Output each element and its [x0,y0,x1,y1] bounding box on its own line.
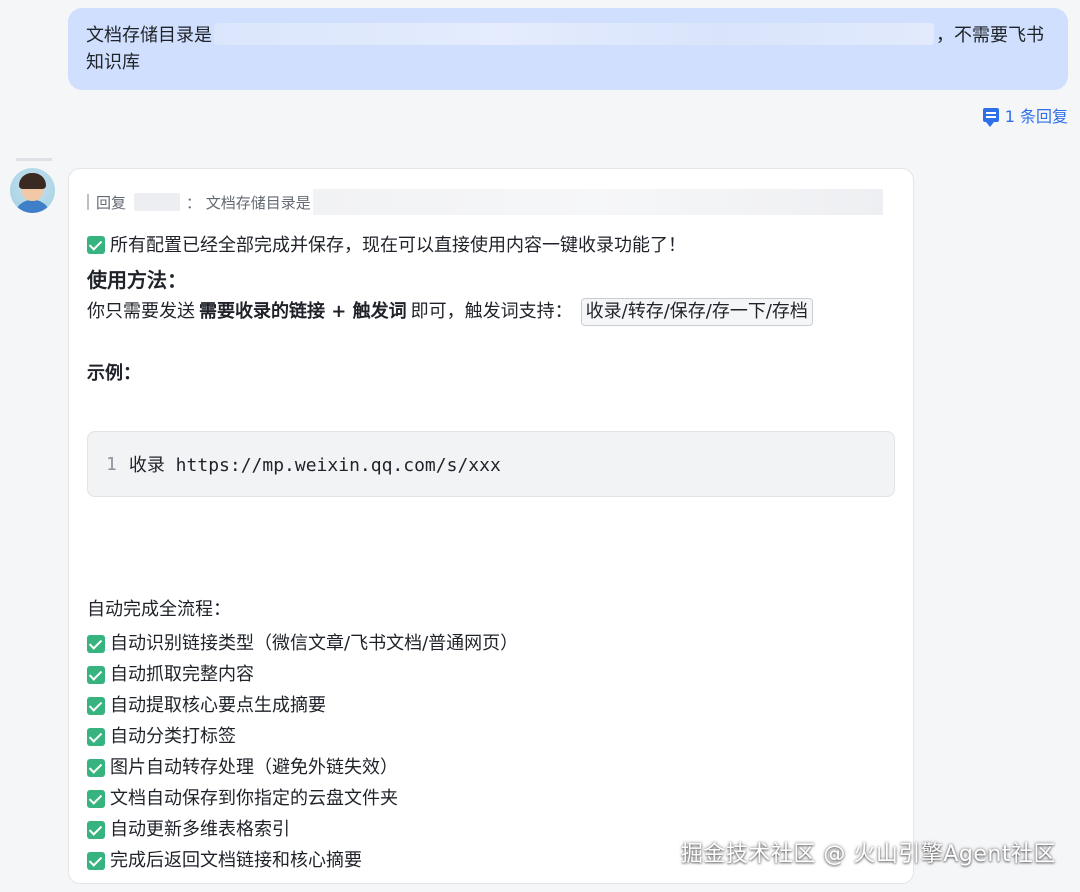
user-message-bubble: 文档存储目录是 ，不需要飞书知识库 [68,8,1068,90]
flow-title: 自动完成全流程： [87,599,231,620]
redacted-name [134,193,181,211]
list-item: 自动识别链接类型（微信文章/飞书文档/普通网页） [87,628,897,659]
code-line-number: 1 [106,453,117,475]
check-box-icon [87,727,105,746]
quote-prefix: 回复 [96,193,127,212]
user-message-prefix: 文档存储目录是 [86,25,212,46]
list-item-text: 文档自动保存到你指定的云盘文件夹 [110,788,398,809]
message-content: 所有配置已经全部完成并保存，现在可以直接使用内容一键收录功能了！ 使用方法： 你… [87,233,897,876]
usage-instructions: 你只需要发送 需要收录的链接 + 触发词 即可，触发词支持： 收录/转存/保存/… [87,297,897,327]
check-box-icon [87,851,105,870]
list-item-text: 自动抓取完整内容 [110,664,254,685]
bot-message-card: 回复 ： 文档存储目录是 所有配置已经全部完成并保存，现在可以直接使用内容一键收… [68,168,914,884]
list-item: 自动提取核心要点生成摘要 [87,690,897,721]
reply-count-link[interactable]: 1 条回复 [982,103,1068,127]
send-text-2: 即可，触发词支持： [410,301,573,322]
check-box-icon [87,665,105,684]
check-box-icon [87,758,105,777]
list-item: 图片自动转存处理（避免外链失效） [87,752,897,783]
list-item-text: 完成后返回文档链接和核心摘要 [110,850,362,871]
list-item-text: 自动分类打标签 [110,726,236,747]
example-heading: 示例： [87,363,141,384]
trigger-words-code: 收录/转存/保存/存一下/存档 [580,298,813,326]
list-item-text: 自动更新多维表格索引 [110,819,290,840]
usage-heading: 使用方法： [87,268,187,292]
check-box-icon [87,236,105,254]
redacted-quote [312,189,883,215]
list-item-text: 图片自动转存处理（避免外链失效） [110,757,398,778]
send-text-1: 你只需要发送 [87,301,195,322]
watermark: 掘金技术社区 @ 火山引擎Agent社区 [680,842,1056,867]
divider [16,158,52,161]
check-box-icon [87,634,105,653]
check-box-icon [87,820,105,839]
redacted-path [214,23,934,45]
list-item: 自动分类打标签 [87,721,897,752]
reply-quote[interactable]: 回复 ： 文档存储目录是 [87,189,883,215]
comment-icon [982,108,999,127]
check-box-icon [87,789,105,808]
code-block[interactable]: 1 收录 https://mp.weixin.qq.com/s/xxx [87,431,895,497]
status-line: 所有配置已经全部完成并保存，现在可以直接使用内容一键收录功能了！ [87,233,897,259]
check-box-icon [87,696,105,715]
list-item-text: 自动提取核心要点生成摘要 [110,695,326,716]
quote-text: ： 文档存储目录是 [186,193,311,212]
avatar[interactable] [10,168,55,213]
list-item: 自动抓取完整内容 [87,659,897,690]
status-text: 所有配置已经全部完成并保存，现在可以直接使用内容一键收录功能了！ [110,235,686,256]
code-text: 收录 https://mp.weixin.qq.com/s/xxx [128,455,501,476]
reply-count-label: 1 条回复 [1004,107,1068,126]
list-item-text: 自动识别链接类型（微信文章/飞书文档/普通网页） [110,633,519,654]
send-bold: 需要收录的链接 + 触发词 [199,301,407,322]
list-item: 文档自动保存到你指定的云盘文件夹 [87,783,897,814]
quote-bar [87,194,89,210]
